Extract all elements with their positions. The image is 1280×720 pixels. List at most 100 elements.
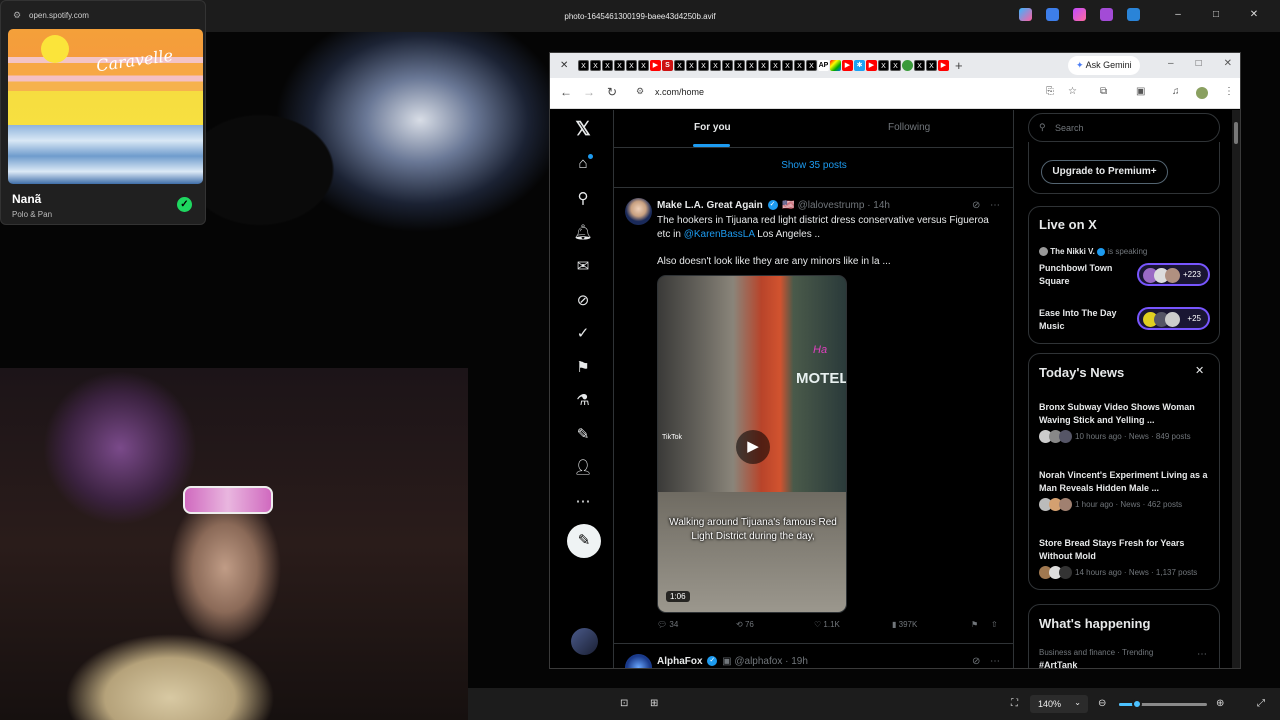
nbc-tab-icon[interactable] (830, 60, 841, 71)
bookmark-icon[interactable]: ⚑ (971, 620, 978, 629)
tweet-more-icon[interactable]: ⋯ (990, 656, 1000, 667)
tweet-author-handle[interactable]: @alphafox (734, 656, 782, 667)
browser-minimize-button[interactable]: – (1168, 58, 1174, 69)
lists-icon[interactable]: ✎ (572, 425, 594, 443)
share-icon[interactable]: ⇧ (991, 620, 998, 629)
media-controls-icon[interactable]: ♫ (1172, 86, 1180, 97)
x-tab-icon[interactable]: X (758, 60, 769, 71)
artist-name[interactable]: Polo & Pan (12, 210, 52, 219)
x-tab-icon[interactable]: X (782, 60, 793, 71)
x-tab-icon[interactable]: X (638, 60, 649, 71)
news-item[interactable]: Bronx Subway Video Shows Woman Waving St… (1039, 401, 1209, 443)
tweet[interactable]: Make L.A. Great Again ✓ 🇺🇸 @lalovestrump… (614, 192, 1014, 642)
x-tab-icon[interactable]: X (590, 60, 601, 71)
show-new-posts-button[interactable]: Show 35 posts (614, 160, 1014, 171)
profile-icon[interactable]: 👤︎ (572, 458, 594, 476)
news-item[interactable]: Store Bread Stays Fresh for Years Withou… (1039, 537, 1209, 579)
zoom-slider-knob[interactable] (1132, 699, 1142, 709)
repost-button[interactable]: ⟲ 76 (736, 620, 754, 629)
clipchamp-icon[interactable] (1073, 8, 1086, 21)
zoom-level-dropdown[interactable]: 140% ⌄ (1030, 695, 1088, 713)
tweet-author-name[interactable]: Make L.A. Great Again (657, 200, 763, 211)
upgrade-premium-button[interactable]: Upgrade to Premium+ (1041, 160, 1168, 184)
sidebar-icon[interactable]: ▣ (1136, 86, 1145, 97)
forward-icon[interactable]: → (583, 85, 595, 99)
fit-to-window-icon[interactable]: ⛶ (1011, 698, 1018, 709)
x-tab-icon[interactable]: X (770, 60, 781, 71)
back-icon[interactable]: ← (560, 85, 572, 99)
messages-icon[interactable]: ✉ (572, 257, 594, 275)
x-tab-icon[interactable]: X (794, 60, 805, 71)
close-button[interactable]: ✕ (1248, 9, 1260, 20)
designer-icon[interactable] (1100, 8, 1113, 21)
site-info-icon[interactable]: ⚙ (636, 86, 644, 97)
new-tab-button[interactable]: + (955, 58, 963, 73)
onedrive-icon[interactable] (1127, 8, 1140, 21)
x-tab-icon[interactable]: X (674, 60, 685, 71)
visual-search-icon[interactable]: ⊞ (650, 698, 658, 709)
notifications-icon[interactable]: 🔔︎ (572, 223, 594, 241)
zoom-in-icon[interactable]: ⊕ (1216, 698, 1224, 709)
url-field[interactable]: x.com/home (655, 87, 704, 97)
ask-gemini-button[interactable]: ✦ Ask Gemini (1068, 56, 1140, 75)
tweet-author-avatar[interactable] (625, 198, 652, 225)
grok-analyze-icon[interactable]: ⊘ (972, 200, 980, 211)
x-tab-icon[interactable]: X (602, 60, 613, 71)
tweet-author-avatar[interactable] (625, 654, 652, 668)
tweet-more-icon[interactable]: ⋯ (990, 200, 1000, 211)
settings-tab-icon[interactable]: ✱ (854, 60, 865, 71)
jobs-icon[interactable]: ⚗ (572, 391, 594, 409)
x-tab-icon[interactable]: X (614, 60, 625, 71)
zoom-slider[interactable] (1119, 699, 1207, 709)
x-tab-icon[interactable]: X (698, 60, 709, 71)
more-icon[interactable]: ⋯ (572, 492, 594, 510)
x-tab-icon[interactable]: X (734, 60, 745, 71)
tweet[interactable]: AlphaFox ✓ ▣ @alphafox · 19h ⊘ ⋯ (614, 648, 1014, 668)
search-input[interactable]: ⚲ Search (1028, 113, 1220, 142)
x-tab-icon[interactable]: X (722, 60, 733, 71)
tab-following[interactable]: Following (888, 122, 930, 133)
live-space-2[interactable]: Ease Into The Day Music (1039, 307, 1135, 333)
install-app-icon[interactable]: ⎘ (1046, 86, 1054, 97)
tweet-time[interactable]: · 14h (867, 200, 890, 211)
like-button[interactable]: ♡ 1.1K (814, 620, 840, 629)
s-tab-icon[interactable]: S (662, 60, 673, 71)
x-tab-icon[interactable]: X (878, 60, 889, 71)
youtube-tab-icon[interactable]: ▶ (938, 60, 949, 71)
trend-more-icon[interactable]: ⋯ (1197, 649, 1207, 660)
grok-analyze-icon[interactable]: ⊘ (972, 656, 980, 667)
x-logo-icon[interactable]: 𝕏 (572, 118, 594, 141)
minimize-button[interactable]: – (1172, 9, 1184, 20)
reload-icon[interactable]: ↻ (607, 85, 617, 99)
maximize-button[interactable]: □ (1210, 9, 1222, 20)
youtube-tab-icon[interactable]: ▶ (842, 60, 853, 71)
news-item[interactable]: Norah Vincent's Experiment Living as a M… (1039, 469, 1209, 511)
bookmark-star-icon[interactable]: ☆ (1068, 86, 1077, 97)
bookmarks-icon[interactable]: ⚑ (572, 358, 594, 376)
site-settings-icon[interactable]: ⚙ (13, 10, 21, 21)
browser-close-button[interactable]: ✕ (1224, 58, 1232, 69)
x-tab-icon[interactable]: X (746, 60, 757, 71)
tweet-author-name[interactable]: AlphaFox (657, 656, 703, 667)
profile-avatar[interactable] (1196, 87, 1208, 99)
mention-link[interactable]: @KarenBassLA (684, 229, 755, 240)
x-tab-icon[interactable]: X (914, 60, 925, 71)
space-listeners-pill[interactable]: +223 (1137, 263, 1210, 286)
views-button[interactable]: ▮ 397K (892, 620, 917, 629)
scrollbar-thumb[interactable] (1234, 122, 1238, 144)
edit-icon[interactable] (1046, 8, 1059, 21)
x-tab-icon[interactable]: X (686, 60, 697, 71)
youtube-tab-icon[interactable]: ▶ (866, 60, 877, 71)
tab-close-icon[interactable]: ✕ (560, 60, 578, 71)
globe-tab-icon[interactable] (902, 60, 913, 71)
space-listeners-pill[interactable]: +25 (1137, 307, 1210, 330)
fullscreen-icon[interactable]: ⤢ (1257, 698, 1265, 709)
extensions-icon[interactable]: ⧉ (1100, 86, 1107, 97)
trend-item[interactable]: Business and finance · Trending #ArtTank (1039, 648, 1209, 668)
copilot-icon[interactable] (1019, 8, 1032, 21)
saved-check-icon[interactable]: ✓ (177, 197, 192, 212)
x-tab-icon[interactable]: X (710, 60, 721, 71)
youtube-tab-icon[interactable]: ▶ (650, 60, 661, 71)
tweet-video[interactable]: Ha MOTEL TikTok ▶ Walking around Tijuana… (657, 275, 847, 613)
tweet-time[interactable]: · 19h (785, 656, 808, 667)
